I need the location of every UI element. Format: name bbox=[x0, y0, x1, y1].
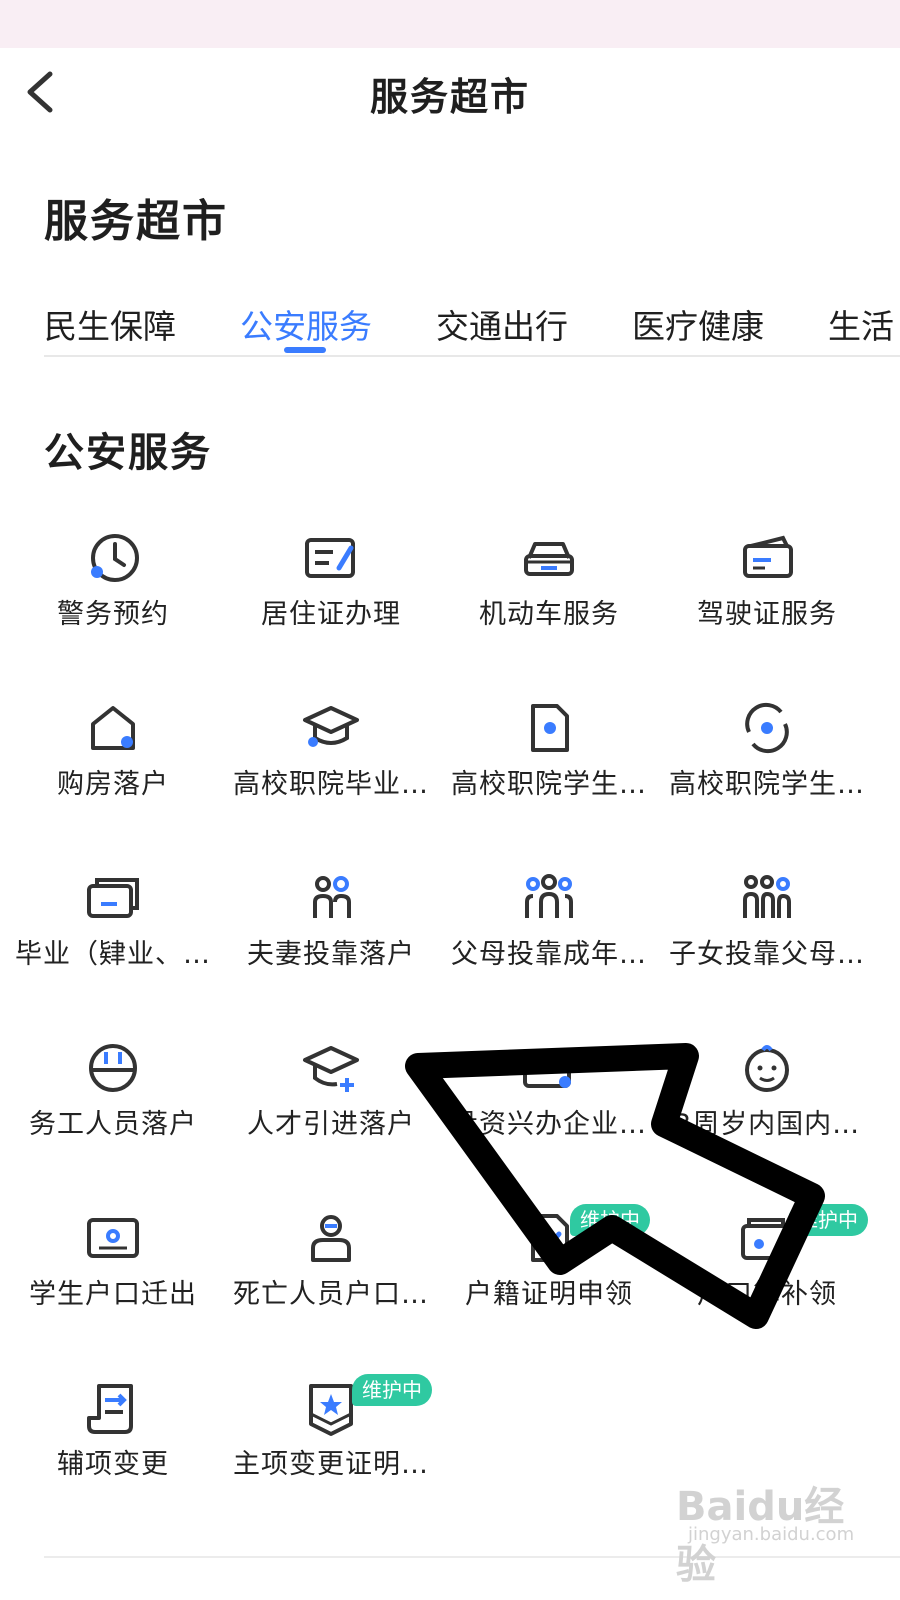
service-label: 辅项变更 bbox=[57, 1449, 169, 1480]
service-item[interactable]: 死亡人员户口… bbox=[222, 1190, 440, 1360]
license-card-icon bbox=[737, 528, 797, 588]
service-label: 高校职院学生… bbox=[451, 769, 647, 800]
section-title: 公安服务 bbox=[44, 430, 212, 476]
service-label: 驾驶证服务 bbox=[697, 599, 837, 630]
service-item[interactable]: 警务预约 bbox=[4, 510, 222, 680]
service-item[interactable]: 维护中 户籍证明申领 bbox=[440, 1190, 658, 1360]
service-item[interactable]: 购房落户 bbox=[4, 680, 222, 850]
service-label: 学生户口迁出 bbox=[29, 1279, 197, 1310]
page-title: 服务超市 bbox=[44, 196, 228, 247]
service-item[interactable]: 人才引进落户 bbox=[222, 1020, 440, 1190]
service-item[interactable]: 学生户口迁出 bbox=[4, 1190, 222, 1360]
service-label: 户籍证明申领 bbox=[465, 1279, 633, 1310]
id-frame-icon bbox=[83, 1208, 143, 1268]
business-card-icon bbox=[519, 1038, 579, 1098]
service-label: 子女投靠父母… bbox=[669, 939, 865, 970]
person-minus-icon bbox=[301, 1208, 361, 1268]
service-item[interactable]: 居住证办理 bbox=[222, 510, 440, 680]
maintenance-badge: 维护中 bbox=[352, 1374, 432, 1406]
nav-bar: 服务超市 bbox=[0, 48, 900, 136]
watermark-brand: Baidu经验 bbox=[676, 1484, 845, 1588]
service-label: 夫妻投靠落户 bbox=[247, 939, 415, 970]
service-item[interactable]: 3周岁内国内… bbox=[658, 1020, 876, 1190]
service-label: 高校职院毕业… bbox=[233, 769, 429, 800]
service-label: 父母投靠成年… bbox=[451, 939, 647, 970]
service-label: 死亡人员户口… bbox=[233, 1279, 429, 1310]
service-label: 机动车服务 bbox=[479, 599, 619, 630]
service-item[interactable]: 机动车服务 bbox=[440, 510, 658, 680]
bottom-divider bbox=[44, 1556, 900, 1558]
service-item[interactable]: 高校职院学生… bbox=[440, 680, 658, 850]
nav-title: 服务超市 bbox=[369, 75, 530, 119]
graduation-cap-icon bbox=[301, 698, 361, 758]
service-item[interactable]: 高校职院学生… bbox=[658, 680, 876, 850]
maintenance-badge: 维护中 bbox=[788, 1204, 868, 1236]
status-bar bbox=[0, 0, 900, 48]
service-item[interactable]: 毕业（肄业、… bbox=[4, 850, 222, 1020]
service-label: 毕业（肄业、… bbox=[15, 939, 211, 970]
clock-icon bbox=[83, 528, 143, 588]
service-item[interactable]: 高校职院毕业… bbox=[222, 680, 440, 850]
category-tabs: 民生保障 公安服务 交通出行 医疗健康 生活 bbox=[0, 300, 900, 356]
car-icon bbox=[519, 528, 579, 588]
tab-transport[interactable]: 交通出行 bbox=[436, 300, 568, 348]
service-label: 务工人员落户 bbox=[29, 1109, 197, 1140]
service-label: 居住证办理 bbox=[261, 599, 401, 630]
document-pin-icon bbox=[519, 698, 579, 758]
service-item[interactable]: 维护中 主项变更证明… bbox=[222, 1360, 440, 1530]
service-item[interactable]: 子女投靠父母… bbox=[658, 850, 876, 1020]
service-item[interactable]: 务工人员落户 bbox=[4, 1020, 222, 1190]
service-label: 主项变更证明… bbox=[233, 1449, 429, 1480]
active-tab-indicator bbox=[284, 347, 326, 353]
talent-cap-icon bbox=[301, 1038, 361, 1098]
tab-minsheng[interactable]: 民生保障 bbox=[44, 300, 176, 348]
service-label: 3周岁内国内… bbox=[673, 1109, 861, 1140]
service-item[interactable]: 维护中 户口簿补领 bbox=[658, 1190, 876, 1360]
watermark-url: jingyan.baidu.com bbox=[688, 1524, 855, 1545]
baby-face-icon bbox=[737, 1038, 797, 1098]
service-label: 户口簿补领 bbox=[697, 1279, 837, 1310]
refresh-pin-icon bbox=[737, 698, 797, 758]
tab-divider bbox=[44, 355, 900, 357]
service-item[interactable]: 投资兴办企业… bbox=[440, 1020, 658, 1190]
family-icon bbox=[519, 868, 579, 928]
service-label: 投资兴办企业… bbox=[451, 1109, 647, 1140]
scroll-swap-icon bbox=[83, 1378, 143, 1438]
service-label: 警务预约 bbox=[57, 599, 169, 630]
service-item[interactable]: 驾驶证服务 bbox=[658, 510, 876, 680]
watermark-logo: Baidu经验 jingyan.baidu.com bbox=[676, 1470, 876, 1588]
id-card-icon bbox=[301, 528, 361, 588]
tab-life[interactable]: 生活 bbox=[828, 300, 894, 348]
service-item[interactable]: 辅项变更 bbox=[4, 1360, 222, 1530]
service-label: 人才引进落户 bbox=[247, 1109, 415, 1140]
service-label: 购房落户 bbox=[57, 769, 169, 800]
worker-helmet-icon bbox=[83, 1038, 143, 1098]
house-pin-icon bbox=[83, 698, 143, 758]
couple-icon bbox=[301, 868, 361, 928]
service-label: 高校职院学生… bbox=[669, 769, 865, 800]
service-item[interactable]: 父母投靠成年… bbox=[440, 850, 658, 1020]
maintenance-badge: 维护中 bbox=[570, 1204, 650, 1236]
cards-icon bbox=[83, 868, 143, 928]
tab-police-service[interactable]: 公安服务 bbox=[240, 300, 372, 348]
children-icon bbox=[737, 868, 797, 928]
service-item[interactable]: 夫妻投靠落户 bbox=[222, 850, 440, 1020]
tab-health[interactable]: 医疗健康 bbox=[632, 300, 764, 348]
